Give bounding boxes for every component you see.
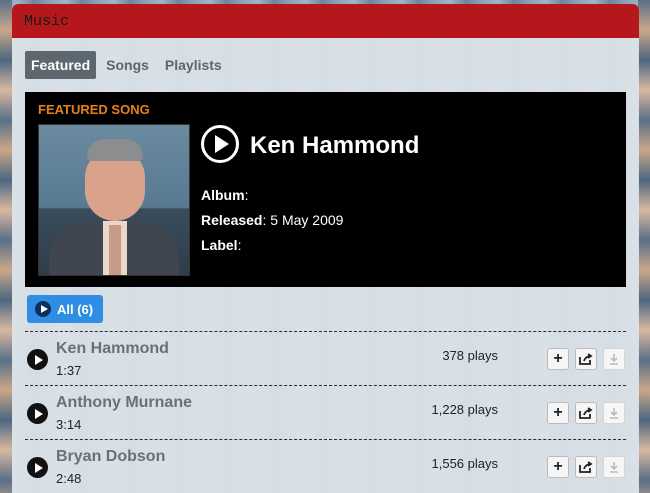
play-featured-icon[interactable] [201, 125, 239, 163]
add-icon[interactable]: + [547, 456, 569, 478]
album-row: Album: [201, 187, 249, 203]
play-all-icon [35, 301, 51, 317]
track-title[interactable]: Ken Hammond [56, 340, 169, 358]
all-tracks-label: All (6) [57, 301, 94, 317]
download-icon[interactable] [603, 456, 625, 478]
add-icon[interactable]: + [547, 402, 569, 424]
tab-bar: Featured Songs Playlists [25, 51, 228, 79]
share-icon[interactable] [575, 402, 597, 424]
play-track-icon[interactable] [27, 403, 48, 424]
featured-song-label: FEATURED SONG [38, 102, 150, 117]
play-track-icon[interactable] [27, 457, 48, 478]
track-plays: 1,228 plays [431, 402, 499, 417]
label-label: Label [201, 237, 238, 253]
album-label: Album [201, 187, 245, 203]
track-plays: 1,556 plays [431, 456, 499, 471]
track-row: Ken Hammond 1:37 378 plays + [25, 331, 626, 385]
background-right [638, 0, 650, 493]
track-duration: 1:37 [56, 363, 82, 378]
window-title: Music [24, 12, 70, 30]
released-row: Released: 5 May 2009 [201, 212, 344, 228]
track-title[interactable]: Bryan Dobson [56, 448, 165, 466]
share-icon[interactable] [575, 456, 597, 478]
track-plays: 378 plays [442, 348, 498, 363]
title-bar: Music [12, 4, 639, 38]
track-row: Bryan Dobson 2:48 1,556 plays + [25, 439, 626, 493]
released-label: Released [201, 212, 263, 228]
share-icon[interactable] [575, 348, 597, 370]
track-row: Anthony Murnane 3:14 1,228 plays + [25, 385, 626, 439]
download-icon[interactable] [603, 402, 625, 424]
background-left [0, 0, 12, 493]
music-panel: Music Featured Songs Playlists FEATURED … [12, 4, 639, 493]
all-tracks-button[interactable]: All (6) [27, 295, 104, 323]
tab-featured[interactable]: Featured [25, 51, 97, 79]
tab-playlists[interactable]: Playlists [159, 51, 228, 79]
featured-song-photo [38, 124, 190, 276]
track-duration: 3:14 [56, 417, 82, 432]
track-title[interactable]: Anthony Murnane [56, 394, 192, 412]
released-value: 5 May 2009 [270, 212, 344, 228]
download-icon[interactable] [603, 348, 625, 370]
featured-song-title: Ken Hammond [250, 132, 420, 159]
label-row: Label: [201, 237, 242, 253]
featured-song-box: FEATURED SONG Ken Hammond Album: Release… [25, 92, 626, 287]
track-duration: 2:48 [56, 471, 82, 486]
add-icon[interactable]: + [547, 348, 569, 370]
track-list: Ken Hammond 1:37 378 plays + Anthony Mur… [25, 331, 626, 493]
tab-songs[interactable]: Songs [100, 51, 155, 79]
play-track-icon[interactable] [27, 349, 48, 370]
